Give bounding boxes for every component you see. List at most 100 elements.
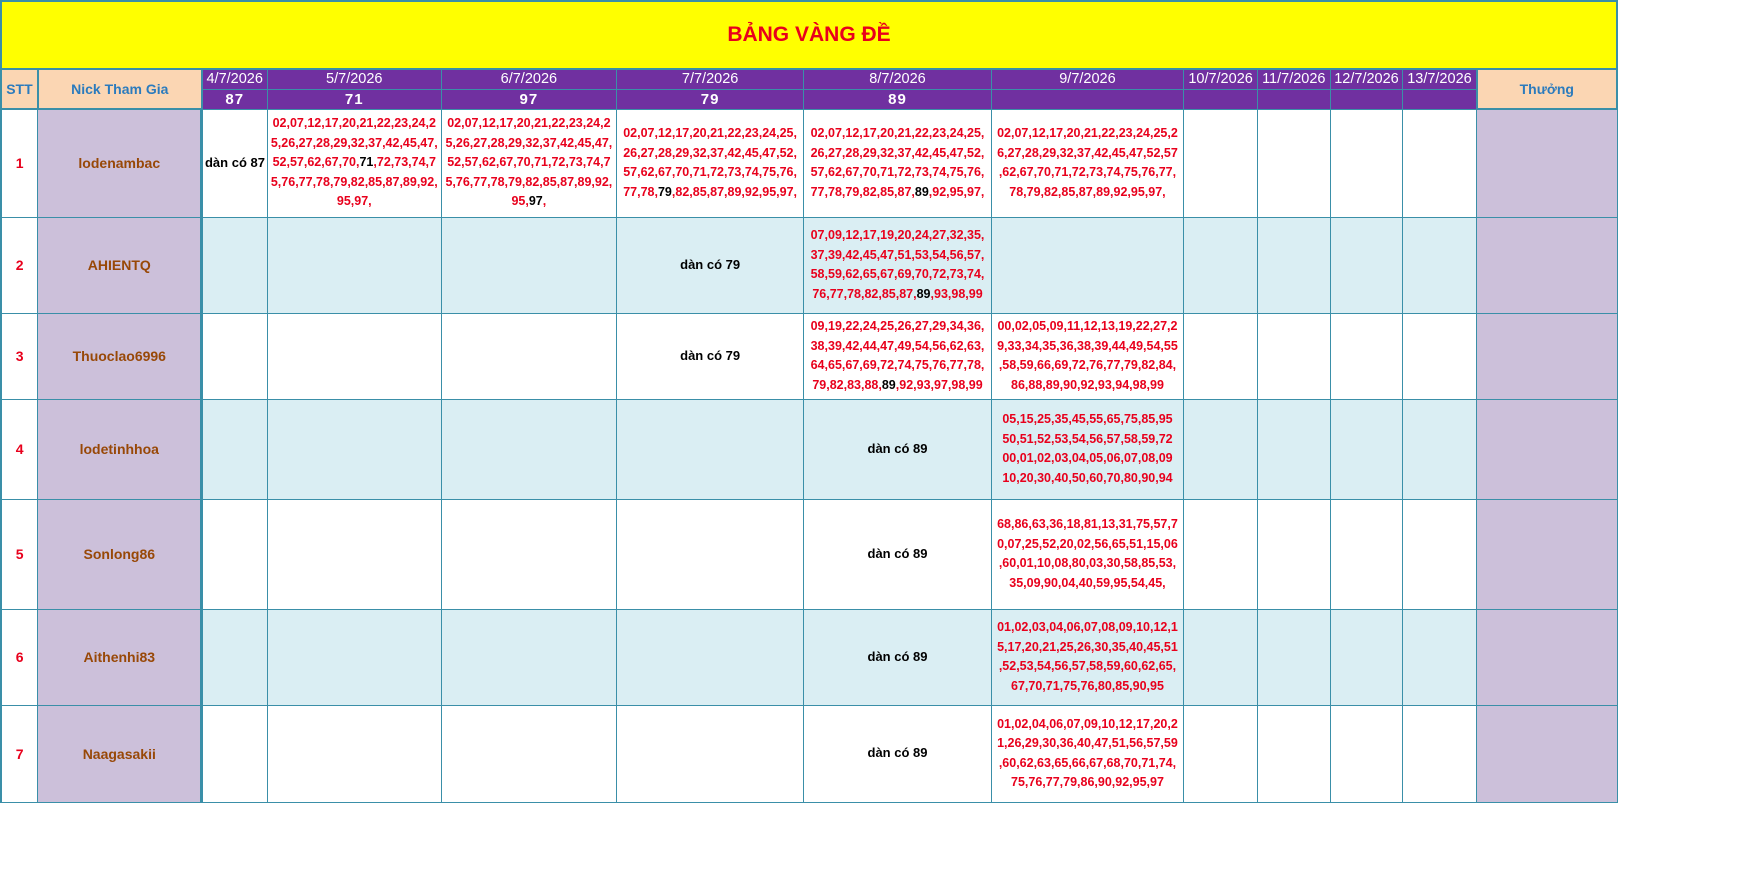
participant-nick: Naagasakii [37, 704, 204, 803]
reward-cell [1476, 498, 1618, 610]
number-line: 10,20,30,40,50,60,70,80,90,94 [1002, 470, 1173, 485]
day-cell: dàn có 89 [803, 608, 992, 706]
number-list: ,93,98,99 [930, 286, 983, 301]
participant-nick: AHIENTQ [37, 216, 204, 314]
number-list: ,92,95,97, [928, 184, 985, 199]
header-stt: STT [0, 68, 39, 110]
row-number: 7 [0, 704, 39, 803]
day-cell [201, 398, 268, 500]
day-cell: 09,19,22,24,25,26,27,29,34,36,38,39,42,4… [803, 312, 992, 400]
day-cell [1183, 312, 1258, 400]
day-cell: 02,07,12,17,20,21,22,23,24,25,26,27,28,2… [990, 108, 1185, 218]
date-header: 12/7/2026 [1329, 68, 1404, 90]
reward-cell [1476, 216, 1618, 314]
day-cell: dàn có 89 [803, 398, 992, 500]
day-cell [440, 608, 617, 706]
day-cell [615, 398, 805, 500]
day-cell: 01,02,03,04,06,07,08,09,10,12,15,17,20,2… [990, 608, 1185, 706]
day-cell [1329, 312, 1404, 400]
number-line: 05,15,25,35,45,55,65,75,85,95 [1002, 412, 1173, 426]
day-cell [1402, 216, 1478, 314]
day-cell [1183, 704, 1258, 803]
day-cell: dàn có 89 [803, 498, 992, 610]
result-number [1183, 88, 1258, 110]
date-header: 5/7/2026 [266, 68, 442, 90]
number-line: 50,51,52,53,54,56,57,58,59,72 [1002, 431, 1173, 446]
participant-nick: lodenambac [37, 108, 204, 218]
result-number [1402, 88, 1478, 110]
day-cell [1256, 108, 1331, 218]
day-cell [1256, 704, 1331, 803]
day-cell [266, 498, 442, 610]
result-number [1329, 88, 1404, 110]
table-row: 1 lodenambac dàn có 87 02,07,12,17,20,21,22… [0, 108, 1618, 218]
table-row: 3 Thuoclao6996 dàn có 79 09,19,22,24,25,26,… [0, 312, 1618, 400]
participant-nick: Sonlong86 [37, 498, 204, 610]
day-cell [1402, 608, 1478, 706]
date-header: 10/7/2026 [1183, 68, 1258, 90]
table-row: 5 Sonlong86 dàn có 89 68,86,63,36,18,81,13,… [0, 498, 1618, 610]
winning-number: 89 [916, 286, 931, 301]
day-cell [201, 216, 268, 314]
day-cell [201, 608, 268, 706]
day-cell: 68,86,63,36,18,81,13,31,75,57,70,07,25,5… [990, 498, 1185, 610]
day-cell [266, 608, 442, 706]
day-cell [266, 216, 442, 314]
table-title: BẢNG VÀNG ĐỀ [0, 0, 1618, 70]
number-list: , [542, 194, 547, 209]
day-cell [1402, 498, 1478, 610]
day-cell [440, 498, 617, 610]
row-number: 2 [0, 216, 39, 314]
day-cell [1402, 704, 1478, 803]
number-list: ,82,85,87,89,92,95,97, [671, 184, 798, 199]
day-cell: 02,07,12,17,20,21,22,23,24,25,26,27,28,2… [803, 108, 992, 218]
table-row: 6 Aithenhi83 dàn có 89 01,02,03,04,06,07,08… [0, 608, 1618, 706]
day-cell [1256, 608, 1331, 706]
day-cell [266, 312, 442, 400]
result-number [990, 88, 1185, 110]
day-cell [615, 704, 805, 803]
day-cell [1329, 398, 1404, 500]
date-header: 4/7/2026 [201, 68, 268, 90]
day-cell: 02,07,12,17,20,21,22,23,24,25,26,27,28,2… [440, 108, 617, 218]
day-cell: 00,02,05,09,11,12,13,19,22,27,29,33,34,3… [990, 312, 1185, 400]
hit-note: dàn có 89 [867, 440, 928, 456]
day-cell [1329, 704, 1404, 803]
number-list: 68,86,63,36,18,81,13,31,75,57,70,07,25,5… [997, 517, 1178, 590]
day-cell [1256, 216, 1331, 314]
reward-cell [1476, 398, 1618, 500]
day-cell [1329, 108, 1404, 218]
day-cell [615, 608, 805, 706]
day-cell [266, 398, 442, 500]
date-header: 7/7/2026 [615, 68, 805, 90]
day-cell [201, 704, 268, 803]
header-reward: Thưởng [1475, 68, 1619, 110]
header-nick: Nick Tham Gia [36, 68, 203, 110]
day-cell [1183, 498, 1258, 610]
day-cell [1402, 398, 1478, 500]
winning-number: 89 [914, 184, 929, 199]
winning-number: 71 [359, 155, 374, 170]
date-header: 9/7/2026 [990, 68, 1185, 90]
day-cell [1256, 498, 1331, 610]
reward-cell [1476, 608, 1618, 706]
hit-note: dàn có 87 [204, 154, 265, 170]
number-list: 01,02,03,04,06,07,08,09,10,12,15,17,20,2… [997, 620, 1178, 693]
number-line: 00,01,02,03,04,05,06,07,08,09 [1002, 451, 1173, 465]
reward-cell [1476, 704, 1618, 803]
participant-nick: Aithenhi83 [37, 608, 204, 706]
day-cell: 02,07,12,17,20,21,22,23,24,25,26,27,28,2… [615, 108, 805, 218]
day-cell [440, 312, 617, 400]
day-cell: dàn có 87 [201, 108, 268, 218]
day-cell [1183, 398, 1258, 500]
participant-nick: lodetinhhoa [37, 398, 204, 500]
date-header: 6/7/2026 [440, 68, 617, 90]
day-cell [1402, 108, 1478, 218]
day-cell: 02,07,12,17,20,21,22,23,24,25,26,27,28,2… [266, 108, 442, 218]
result-number: 97 [440, 88, 617, 110]
row-number: 3 [0, 312, 39, 400]
number-list: 01,02,04,06,07,09,10,12,17,20,21,26,29,3… [997, 716, 1178, 790]
day-cell [440, 216, 617, 314]
day-cell [990, 216, 1185, 314]
number-list: ,92,93,97,98,99 [895, 377, 983, 392]
